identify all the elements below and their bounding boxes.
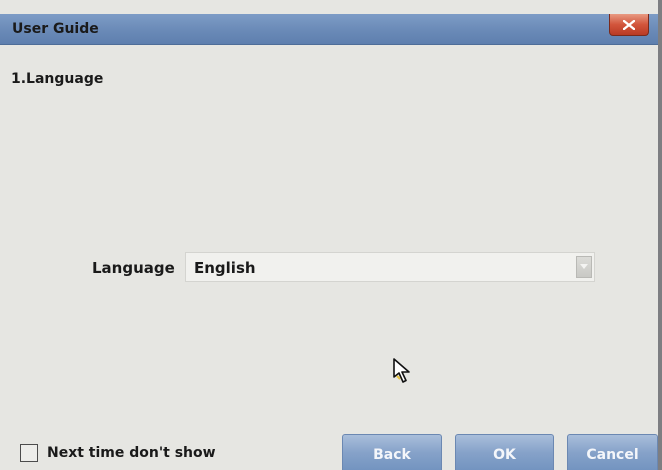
step-title: 1.Language (11, 71, 104, 87)
dropdown-arrow-button[interactable] (576, 256, 592, 278)
close-button[interactable] (609, 14, 649, 36)
mouse-cursor-icon (393, 358, 410, 383)
language-selected-value: English (194, 259, 256, 277)
user-guide-dialog: User Guide 1.Language Language English N… (0, 0, 662, 470)
cancel-button[interactable]: Cancel (567, 434, 658, 470)
close-icon (623, 19, 635, 30)
window-title: User Guide (12, 21, 99, 37)
ok-button[interactable]: OK (455, 434, 554, 470)
dont-show-label[interactable]: Next time don't show (47, 445, 216, 461)
chevron-down-icon (580, 264, 588, 269)
language-label: Language (92, 259, 175, 277)
back-button[interactable]: Back (342, 434, 442, 470)
dont-show-checkbox[interactable] (20, 444, 38, 462)
language-select[interactable]: English (185, 252, 595, 282)
title-bar: User Guide (0, 14, 658, 45)
